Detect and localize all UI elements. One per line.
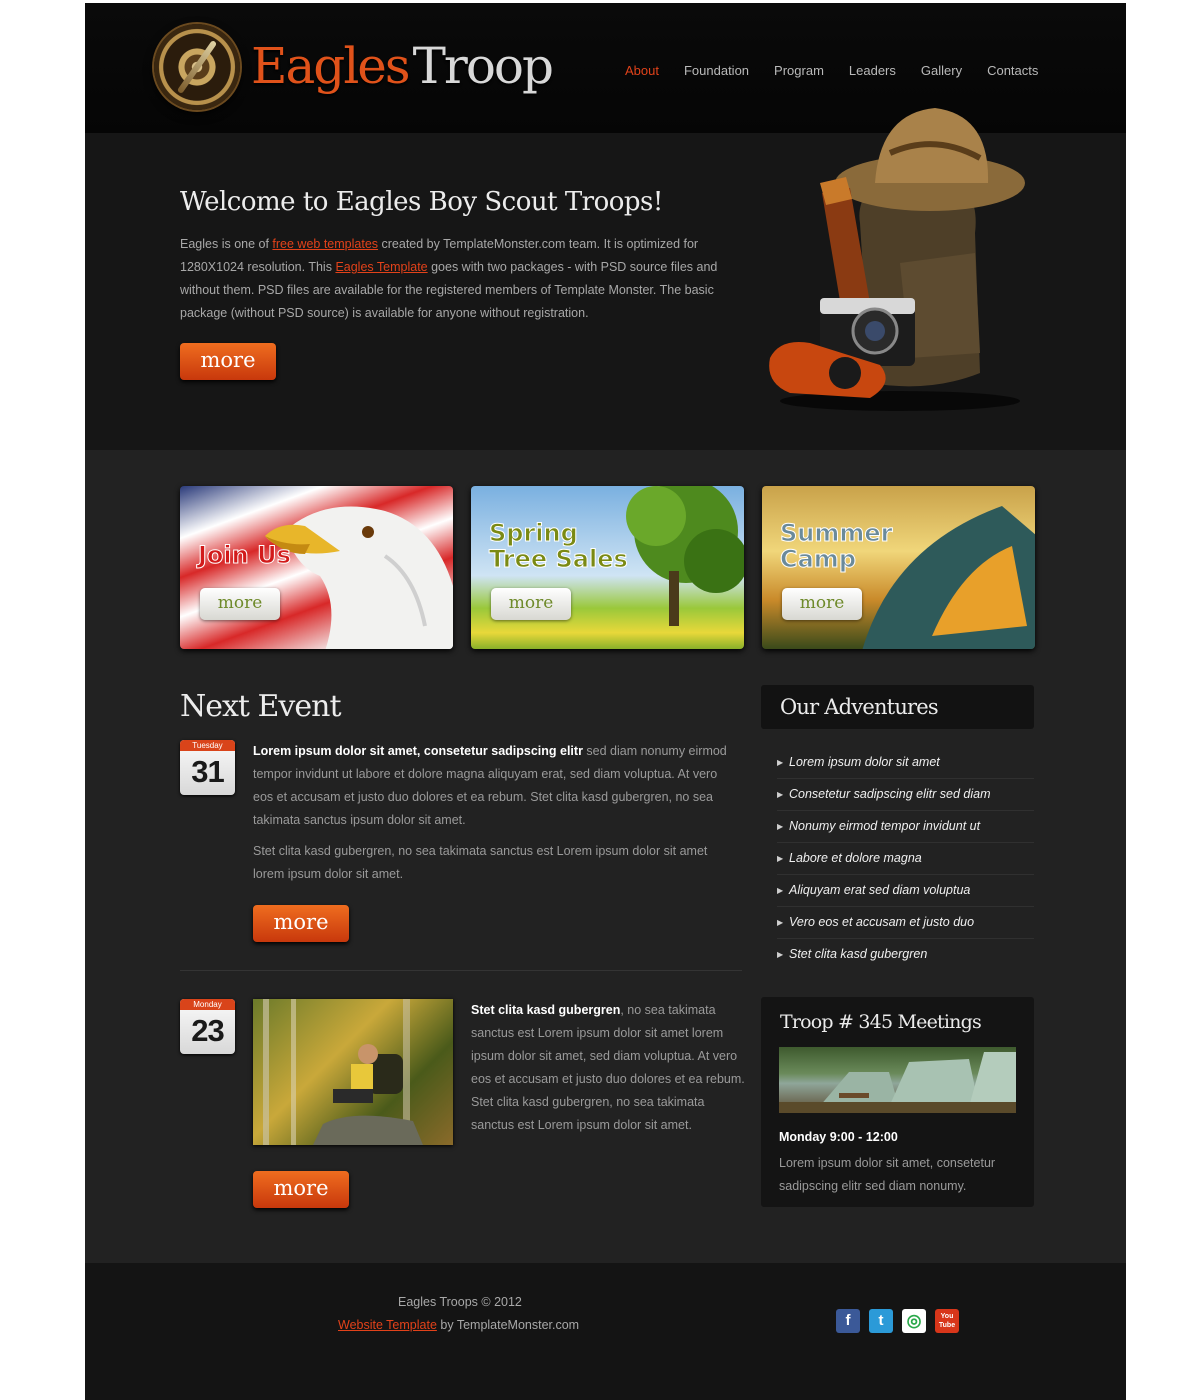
- hero-text: Eagles is one of free web templates crea…: [180, 237, 718, 320]
- feature-title: Join Us: [198, 541, 292, 569]
- footer-copyright: Eagles Troops © 2012: [398, 1295, 522, 1309]
- camp-tents-photo: [779, 1047, 1016, 1113]
- nav-item-about[interactable]: About: [625, 63, 659, 78]
- arrow-right-icon: ▶: [777, 950, 784, 959]
- tree-image: [626, 486, 744, 626]
- adventure-link[interactable]: ▶ Aliquyam erat sed diam voluptua: [777, 875, 1034, 907]
- boy-scout-photo: [253, 999, 453, 1145]
- arrow-right-icon: ▶: [777, 854, 784, 863]
- eagles-template-link[interactable]: Eagles Template: [335, 260, 427, 274]
- adventure-link[interactable]: ▶ Stet clita kasd gubergren: [777, 939, 1034, 971]
- next-event-title: Next Event: [180, 689, 341, 724]
- picasa-icon[interactable]: ◎: [902, 1309, 926, 1333]
- adventure-link[interactable]: ▶ Lorem ipsum dolor sit amet: [777, 747, 1034, 779]
- adventure-link[interactable]: ▶ Consetetur sadipscing elitr sed diam: [777, 779, 1034, 811]
- calendar-weekday: Monday: [180, 999, 235, 1010]
- event-more-button[interactable]: more: [253, 1171, 349, 1208]
- website-template-link[interactable]: Website Template: [338, 1318, 437, 1332]
- page: EaglesTroop About Foundation Program Lea…: [85, 3, 1126, 1400]
- meetings-title: Troop # 345 Meetings: [780, 1011, 982, 1033]
- scout-gear-image: [769, 108, 1025, 411]
- arrow-right-icon: ▶: [777, 790, 784, 799]
- nav-item-gallery[interactable]: Gallery: [921, 63, 962, 78]
- site-logo[interactable]: EaglesTroop: [251, 37, 554, 95]
- twitter-icon[interactable]: t: [869, 1309, 893, 1333]
- meeting-description: Lorem ipsum dolor sit amet, consetetur s…: [779, 1156, 996, 1193]
- event-text-secondary: Stet clita kasd gubergren, no sea takima…: [253, 844, 708, 881]
- feature-spring-tree-sales[interactable]: Spring Tree Sales more: [471, 486, 744, 649]
- arrow-right-icon: ▶: [777, 886, 784, 895]
- event-more-button[interactable]: more: [253, 905, 349, 942]
- calendar-date: Monday 23: [180, 999, 235, 1054]
- troop-meetings-box: Troop # 345 Meetings Monday 9:00 - 12:00…: [761, 997, 1034, 1207]
- adventure-link[interactable]: ▶ Nonumy eirmod tempor invidunt ut: [777, 811, 1034, 843]
- calendar-date: Tuesday 31: [180, 740, 235, 795]
- divider: [180, 970, 742, 971]
- adventure-link[interactable]: ▶ Labore et dolore magna: [777, 843, 1034, 875]
- adventures-list: ▶ Lorem ipsum dolor sit amet ▶ Consetetur …: [777, 747, 1034, 971]
- feature-more-button[interactable]: more: [200, 588, 280, 620]
- event-text: Stet clita kasd gubergren, no sea takima…: [471, 1003, 745, 1132]
- youtube-icon[interactable]: You Tube: [935, 1309, 959, 1333]
- adventure-link[interactable]: ▶ Vero eos et accusam et justo duo: [777, 907, 1034, 939]
- eagle-image: [265, 506, 453, 649]
- free-web-templates-link[interactable]: free web templates: [272, 237, 378, 251]
- feature-title: Spring Tree Sales: [489, 519, 629, 573]
- arrow-right-icon: ▶: [777, 918, 784, 927]
- nav-item-foundation[interactable]: Foundation: [684, 63, 749, 78]
- logo-word-1: Eagles: [251, 37, 411, 95]
- compass-logo-icon[interactable]: [154, 24, 240, 110]
- hero-title: Welcome to Eagles Boy Scout Troops!: [180, 187, 663, 217]
- calendar-day: 23: [191, 1013, 224, 1048]
- footer-credit: Website Template by TemplateMonster.com: [338, 1318, 580, 1332]
- nav-item-program[interactable]: Program: [774, 63, 824, 78]
- calendar-day: 31: [191, 754, 224, 789]
- our-adventures-title: Our Adventures: [780, 695, 939, 719]
- meeting-time: Monday 9:00 - 12:00: [779, 1130, 898, 1144]
- facebook-icon[interactable]: f: [836, 1309, 860, 1333]
- feature-title: Summer Camp: [780, 519, 893, 573]
- arrow-right-icon: ▶: [777, 758, 784, 767]
- hero-more-button[interactable]: more: [180, 343, 276, 380]
- footer: Eagles Troops © 2012 Website Template by…: [85, 1263, 1126, 1400]
- main-nav: About Foundation Program Leaders Gallery…: [625, 63, 1063, 78]
- calendar-weekday: Tuesday: [180, 740, 235, 751]
- event-text: Lorem ipsum dolor sit amet, consetetur s…: [253, 744, 727, 827]
- logo-word-2: Troop: [412, 37, 554, 95]
- feature-summer-camp[interactable]: Summer Camp more: [762, 486, 1035, 649]
- feature-more-button[interactable]: more: [782, 588, 862, 620]
- feature-more-button[interactable]: more: [491, 588, 571, 620]
- arrow-right-icon: ▶: [777, 822, 784, 831]
- feature-join-us[interactable]: Join Us more: [180, 486, 453, 649]
- nav-item-contacts[interactable]: Contacts: [987, 63, 1038, 78]
- nav-item-leaders[interactable]: Leaders: [849, 63, 896, 78]
- our-adventures-header: Our Adventures: [761, 685, 1034, 729]
